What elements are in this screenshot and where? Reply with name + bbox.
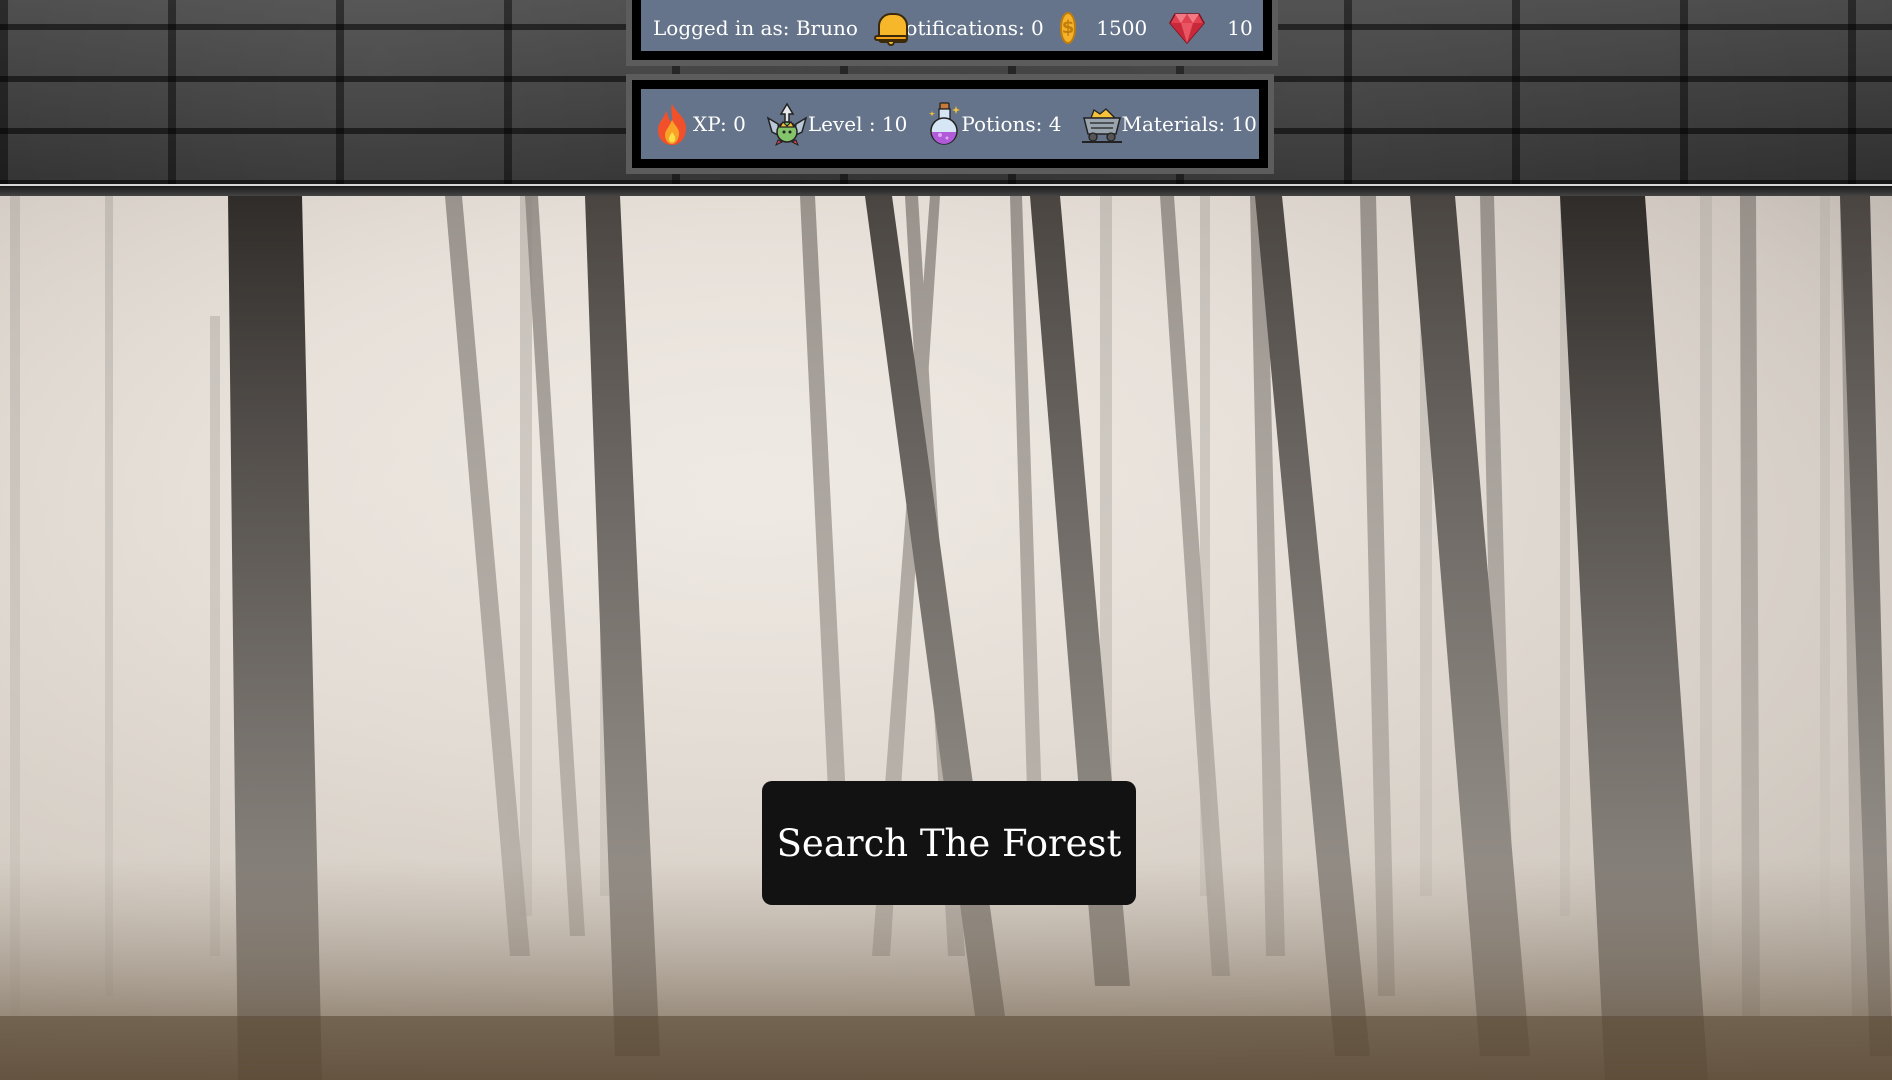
- forest-trees: [0, 196, 1892, 1080]
- coin-count: 1500: [1096, 16, 1148, 40]
- materials-label: Materials: 10: [1121, 112, 1257, 136]
- potions-stat: Potions: 4: [927, 101, 1062, 147]
- notifications-label[interactable]: Notifications: 0: [888, 16, 1044, 40]
- potions-label: Potions: 4: [961, 112, 1062, 136]
- level-stat: Level : 10: [766, 102, 908, 147]
- mine-cart-icon: [1081, 104, 1122, 144]
- search-forest-button[interactable]: Search The Forest: [762, 781, 1136, 905]
- forest-background: [0, 196, 1892, 1080]
- player-stats-panel: XP: 0 Level : 10 Potions: 4 Materials: 1…: [632, 80, 1268, 168]
- crown-level-icon: [766, 102, 808, 147]
- gem-count: 10: [1227, 16, 1253, 40]
- gem-icon: [1169, 12, 1206, 45]
- xp-label: XP: 0: [693, 112, 746, 136]
- materials-stat: Materials: 10: [1081, 104, 1257, 144]
- account-status-panel: Logged in as: Bruno Notifications: 0 $ 1…: [632, 0, 1272, 60]
- fire-icon: [653, 102, 691, 146]
- coin-icon: $: [1059, 12, 1077, 44]
- header-shadow: [0, 186, 1892, 196]
- logged-in-label: Logged in as: Bruno: [653, 16, 858, 40]
- potion-icon: [927, 101, 961, 147]
- xp-stat: XP: 0: [653, 102, 746, 146]
- level-label: Level : 10: [807, 112, 908, 136]
